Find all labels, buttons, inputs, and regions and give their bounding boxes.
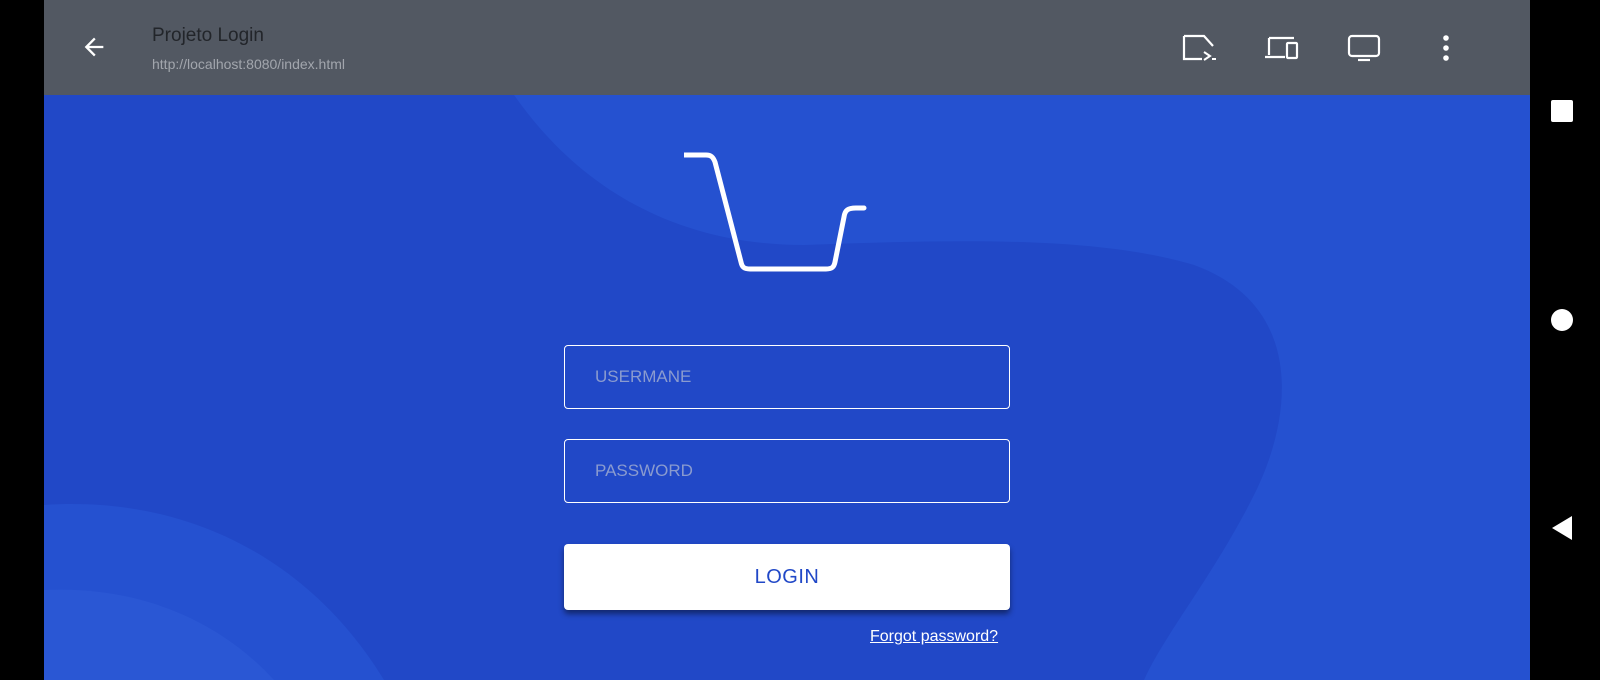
more-options-button[interactable] [1426, 28, 1466, 68]
monitor-icon [1347, 34, 1381, 62]
browser-app: Projeto Login http://localhost:8080/inde… [44, 0, 1530, 680]
devices-icon [1265, 36, 1299, 60]
login-button[interactable]: LOGIN [564, 544, 1010, 610]
forgot-password-link[interactable]: Forgot password? [870, 628, 998, 646]
browser-toolbar: Projeto Login http://localhost:8080/inde… [44, 0, 1530, 95]
left-bezel [0, 0, 44, 680]
login-page: LOGIN Forgot password? [44, 95, 1530, 680]
recents-button[interactable] [1542, 91, 1582, 131]
more-vert-icon [1443, 35, 1449, 61]
system-navigation-bar [1530, 0, 1600, 680]
home-button[interactable] [1542, 300, 1582, 340]
system-back-button[interactable] [1542, 508, 1582, 548]
page-title: Projeto Login [152, 25, 264, 46]
monitor-button[interactable] [1344, 28, 1384, 68]
back-button[interactable] [74, 27, 114, 67]
back-arrow-icon [84, 37, 104, 57]
home-circle-icon [1551, 309, 1573, 331]
password-input[interactable] [564, 439, 1010, 503]
username-input[interactable] [564, 345, 1010, 409]
devices-button[interactable] [1262, 28, 1302, 68]
back-triangle-icon [1552, 516, 1572, 540]
screen-share-button[interactable] [1180, 28, 1220, 68]
page-url: http://localhost:8080/index.html [152, 56, 346, 72]
screen-share-icon [1182, 34, 1216, 61]
cart-logo-icon [684, 152, 867, 272]
recents-square-icon [1551, 100, 1573, 122]
